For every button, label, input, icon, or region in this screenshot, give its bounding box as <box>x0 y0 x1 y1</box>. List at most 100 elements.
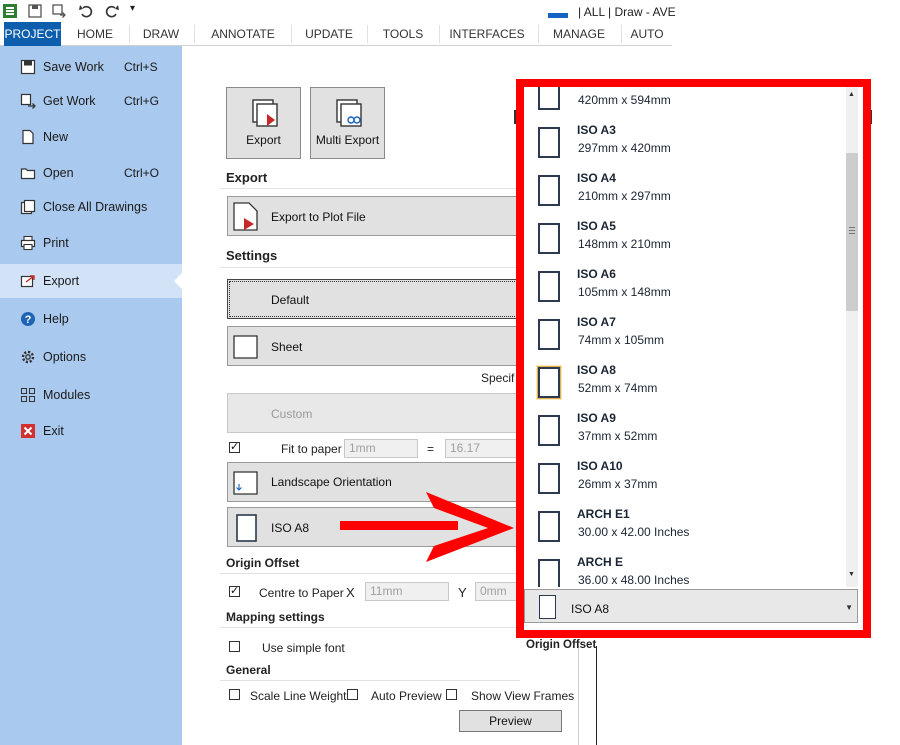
paper-option-selected[interactable]: ISO A8 52mm x 74mm <box>524 355 846 403</box>
new-file-icon <box>22 129 34 145</box>
paper-option[interactable]: ISO A10 26mm x 37mm <box>524 451 846 499</box>
auto-preview-checkbox[interactable] <box>347 689 358 700</box>
paper-option-name: ISO A7 <box>577 315 616 329</box>
section-mapping-settings: Mapping settings <box>226 610 325 624</box>
centre-to-paper-checkbox[interactable]: ✓ <box>229 586 240 597</box>
close-drawings-icon <box>20 199 36 215</box>
undo-icon[interactable] <box>78 3 94 19</box>
window-title: | ALL | Draw - AVE <box>578 5 676 19</box>
section-general: General <box>226 663 271 677</box>
paper-icon <box>537 366 561 399</box>
fit-ratio-input[interactable]: 16.17 <box>445 439 517 458</box>
export-to-plot-file-button[interactable]: Export to Plot File <box>227 196 527 236</box>
paper-option-name: ARCH E1 <box>577 507 630 521</box>
sidebar-item-save-work[interactable]: Save Work Ctrl+S <box>0 50 182 84</box>
multi-export-button[interactable]: Multi Export <box>310 87 385 159</box>
ribbon-tab-bar: PROJECT HOME DRAW ANNOTATE UPDATE TOOLS … <box>0 22 672 46</box>
y-label: Y <box>458 585 467 600</box>
sidebar-item-print[interactable]: Print <box>0 226 182 260</box>
x-offset-input[interactable]: 11mm <box>365 582 449 601</box>
paper-option[interactable]: ISO A7 74mm x 105mm <box>524 307 846 355</box>
app-icon[interactable] <box>2 3 18 19</box>
fit-to-paper-checkbox[interactable]: ✓ <box>229 442 240 453</box>
sidebar-item-label: Close All Drawings <box>43 200 148 214</box>
sidebar-item-exit[interactable]: Exit <box>0 414 182 448</box>
section-export: Export <box>226 170 268 185</box>
preview-button[interactable]: Preview <box>459 710 562 732</box>
paper-list-scrollbar[interactable]: ▲ ▼ <box>846 87 858 587</box>
divider <box>220 680 520 681</box>
paper-option-dims: 105mm x 148mm <box>578 285 671 299</box>
paper-option[interactable]: 420mm x 594mm <box>524 87 846 115</box>
tab-manage[interactable]: MANAGE <box>539 22 619 46</box>
scroll-up-icon[interactable]: ▲ <box>848 91 855 98</box>
paper-size-dropdown[interactable]: ISO A8 ▼ <box>524 589 858 623</box>
scale-line-weight-checkbox[interactable] <box>229 689 240 700</box>
tab-home[interactable]: HOME <box>63 22 127 46</box>
tab-auto[interactable]: AUTO <box>622 22 672 46</box>
scroll-down-icon[interactable]: ▼ <box>848 571 855 578</box>
paper-size-dropdown-value: ISO A8 <box>571 602 610 616</box>
tab-update[interactable]: UPDATE <box>292 22 366 46</box>
fit-scale-input[interactable]: 1mm <box>344 439 418 458</box>
tab-fragment <box>871 110 877 124</box>
sidebar-item-new[interactable]: New <box>0 120 182 154</box>
paper-option-dims: 30.00 x 42.00 Inches <box>578 525 690 539</box>
paper-option[interactable]: ISO A9 37mm x 52mm <box>524 403 846 451</box>
scrollbar-thumb[interactable] <box>846 153 858 311</box>
tab-interfaces[interactable]: INTERFACES <box>440 22 534 46</box>
redo-icon[interactable] <box>104 3 120 19</box>
paper-option[interactable]: ISO A6 105mm x 148mm <box>524 259 846 307</box>
sidebar-item-close-all-drawings[interactable]: Close All Drawings <box>0 190 182 224</box>
sidebar-item-open[interactable]: Open Ctrl+O <box>0 156 182 190</box>
save-icon[interactable] <box>27 3 43 19</box>
show-view-frames-checkbox[interactable] <box>446 689 457 700</box>
y-offset-input[interactable]: 0mm <box>475 582 517 601</box>
paper-option[interactable]: ISO A3 297mm x 420mm <box>524 115 846 163</box>
sidebar-item-label: Exit <box>43 424 64 438</box>
paper-option-name: ISO A6 <box>577 267 616 281</box>
paper-option-dims: 36.00 x 48.00 Inches <box>578 573 690 587</box>
tab-annotate[interactable]: ANNOTATE <box>196 22 290 46</box>
get-work-icon[interactable] <box>51 3 67 19</box>
sheet-option-button[interactable]: Sheet <box>227 326 527 366</box>
paper-option-name: ISO A9 <box>577 411 616 425</box>
sidebar-item-options[interactable]: Options <box>0 340 182 374</box>
sidebar-item-label: Help <box>43 312 69 326</box>
auto-preview-label: Auto Preview <box>371 689 442 703</box>
sidebar-item-help[interactable]: ? Help <box>0 302 182 336</box>
default-option-button[interactable]: Default <box>227 279 527 319</box>
qat-overflow-icon[interactable]: ▾ <box>130 3 135 14</box>
tab-project[interactable]: PROJECT <box>4 22 61 46</box>
origin-offset-label: Origin Offset <box>526 639 597 651</box>
tab-draw[interactable]: DRAW <box>130 22 192 46</box>
sheet-option-label: Sheet <box>271 340 303 354</box>
sidebar-item-label: Modules <box>43 388 91 402</box>
sidebar-item-get-work[interactable]: Get Work Ctrl+G <box>0 84 182 118</box>
sheet-icon <box>233 335 258 359</box>
paper-icon <box>538 559 560 587</box>
paper-option[interactable]: ISO A4 210mm x 297mm <box>524 163 846 211</box>
paper-option-name: ISO A8 <box>577 363 616 377</box>
sidebar-item-modules[interactable]: Modules <box>0 378 182 412</box>
export-button[interactable]: Export <box>226 87 301 159</box>
paper-option-name: ARCH E <box>577 555 624 569</box>
paper-option[interactable]: ARCH E 36.00 x 48.00 Inches <box>524 547 846 587</box>
shortcut-label: Ctrl+O <box>124 166 160 180</box>
tab-tools[interactable]: TOOLS <box>368 22 438 46</box>
paper-option[interactable]: ISO A5 148mm x 210mm <box>524 211 846 259</box>
gear-icon <box>21 350 35 364</box>
use-simple-font-checkbox[interactable] <box>229 641 240 652</box>
multi-export-icon <box>336 99 362 127</box>
save-icon <box>20 59 36 75</box>
sidebar-item-export[interactable]: Export <box>0 264 182 298</box>
multi-export-button-label: Multi Export <box>315 133 380 147</box>
paper-icon <box>236 514 257 542</box>
paper-option[interactable]: ARCH E1 30.00 x 42.00 Inches <box>524 499 846 547</box>
paper-option-dims: 74mm x 105mm <box>578 333 665 347</box>
paper-option-name: ISO A4 <box>577 171 616 185</box>
backstage-sidebar: Save Work Ctrl+S Get Work Ctrl+G New Ope… <box>0 46 182 745</box>
divider <box>220 573 520 574</box>
paper-option-dims: 210mm x 297mm <box>578 189 671 203</box>
paper-option-name: ISO A5 <box>577 219 616 233</box>
